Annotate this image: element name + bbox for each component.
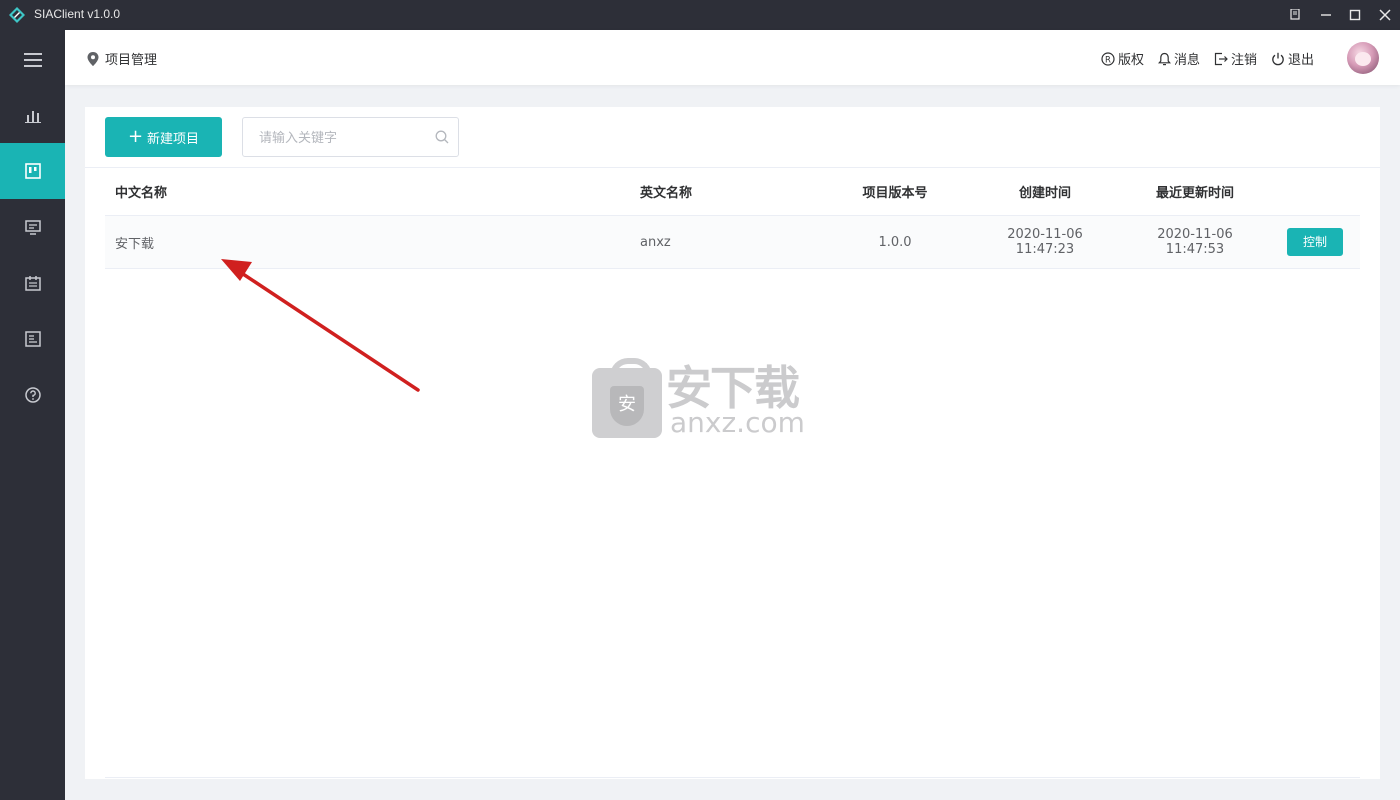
svg-text:R: R (1105, 55, 1111, 65)
header-bar: 项目管理 R 版权 消息 注销 退出 (65, 30, 1400, 85)
watermark-text-en: anxz.com (670, 406, 805, 439)
location-pin-icon (87, 51, 99, 66)
breadcrumb-label: 项目管理 (105, 53, 158, 68)
cell-updated: 2020-11-06 11:47:53 (1120, 215, 1270, 269)
registered-icon: R (1101, 51, 1115, 66)
cell-en-name: anxz (630, 215, 820, 269)
column-header-created[interactable]: 创建时间 (970, 168, 1120, 216)
bell-icon (1158, 52, 1171, 65)
menu-icon (23, 53, 42, 67)
sidebar-item-schedule[interactable] (0, 255, 65, 311)
app-logo-icon (9, 7, 25, 23)
sign-out-icon (1214, 52, 1228, 65)
title-bar: SIAClient v1.0.0 (0, 0, 1400, 30)
column-header-en-name[interactable]: 英文名称 (630, 168, 820, 216)
column-header-actions (1270, 168, 1360, 216)
maximize-button[interactable] (1340, 0, 1370, 30)
toolbar: + 新建项目 (85, 107, 1380, 168)
search-icon[interactable] (435, 130, 449, 144)
column-header-version[interactable]: 项目版本号 (820, 168, 970, 216)
search-box (242, 117, 459, 157)
project-board-icon (24, 163, 41, 179)
monitor-icon (24, 220, 41, 235)
calendar-icon (24, 276, 41, 291)
projects-table: 中文名称 英文名称 项目版本号 创建时间 最近更新时间 安下载 anxz 1.0… (105, 168, 1360, 269)
search-input[interactable] (257, 127, 431, 149)
table-header-row: 中文名称 英文名称 项目版本号 创建时间 最近更新时间 (105, 168, 1360, 216)
sidebar-item-documents[interactable] (0, 311, 65, 367)
logout-account-button[interactable]: 注销 (1214, 49, 1257, 68)
watermark-text-cn: 安下载 (666, 361, 800, 415)
menu-toggle-button[interactable] (0, 32, 65, 88)
watermark-badge: 安 (610, 386, 644, 426)
cell-version: 1.0.0 (820, 215, 970, 269)
new-project-button[interactable]: + 新建项目 (105, 117, 222, 157)
bar-chart-icon (24, 111, 41, 123)
logout-account-label: 注销 (1231, 53, 1258, 68)
messages-label: 消息 (1174, 53, 1201, 68)
close-button[interactable] (1370, 0, 1400, 30)
exit-label: 退出 (1288, 53, 1315, 68)
header-actions: R 版权 消息 注销 退出 (1101, 49, 1328, 68)
breadcrumb: 项目管理 (87, 49, 157, 68)
table-bottom-divider (105, 777, 1360, 778)
exit-button[interactable]: 退出 (1271, 49, 1314, 68)
column-header-updated[interactable]: 最近更新时间 (1120, 168, 1270, 216)
watermark: 安 安下载 anxz.com (592, 358, 812, 440)
cell-created: 2020-11-06 11:47:23 (970, 215, 1120, 269)
copyright-button[interactable]: R 版权 (1101, 49, 1144, 68)
power-icon (1272, 52, 1284, 65)
cell-actions: 控制 (1270, 215, 1360, 269)
sidebar (0, 30, 65, 800)
column-header-cn-name[interactable]: 中文名称 (105, 168, 630, 216)
help-icon (24, 387, 41, 403)
copyright-label: 版权 (1118, 53, 1145, 68)
plus-icon: + (127, 126, 144, 147)
pin-icon[interactable] (1280, 0, 1310, 30)
cell-cn-name: 安下载 (105, 215, 630, 269)
avatar[interactable] (1347, 42, 1379, 74)
sidebar-item-statistics[interactable] (0, 88, 65, 144)
new-project-label: 新建项目 (147, 131, 200, 147)
sidebar-item-help[interactable] (0, 367, 65, 423)
minimize-button[interactable] (1311, 0, 1341, 30)
project-panel: + 新建项目 中文名称 英文名称 项目版本号 创建时间 最近更新时间 安下载 a (85, 107, 1380, 779)
sidebar-item-projects[interactable] (0, 143, 65, 199)
messages-button[interactable]: 消息 (1158, 49, 1200, 68)
control-button[interactable]: 控制 (1287, 228, 1343, 256)
document-icon (24, 331, 41, 347)
watermark-bag-icon: 安 (592, 358, 662, 438)
window-title: SIAClient v1.0.0 (34, 7, 121, 21)
sidebar-item-monitor[interactable] (0, 199, 65, 255)
table-row[interactable]: 安下载 anxz 1.0.0 2020-11-06 11:47:23 2020-… (105, 215, 1360, 269)
